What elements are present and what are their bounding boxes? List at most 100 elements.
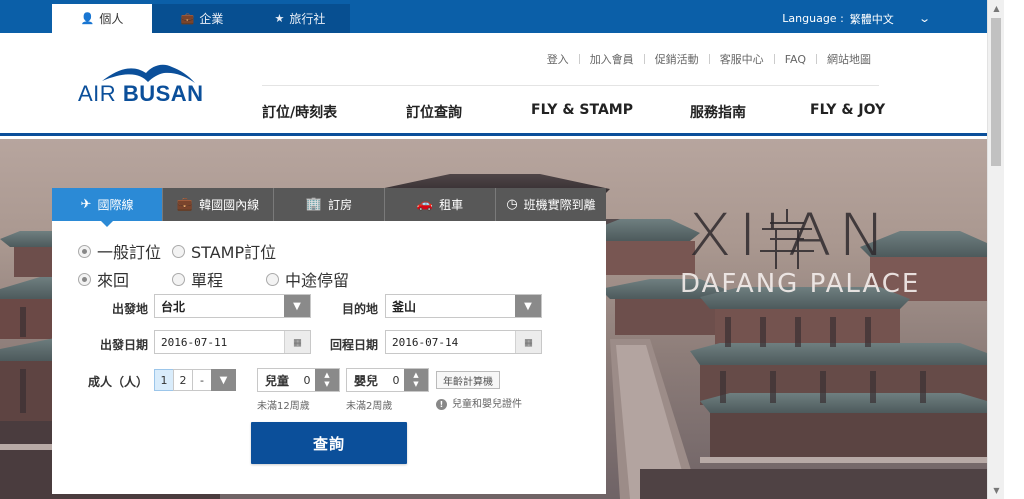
language-value: 繁體中文 [849,12,894,26]
divider [816,54,817,64]
tab-flight-status[interactable]: ◷ 班機實際到離 [496,188,606,221]
radio-dot [266,272,279,286]
destination-select[interactable]: 釜山 ▼ [385,294,542,318]
logo-text-busan: BUSAN [122,81,204,106]
divider [708,54,710,64]
divider [578,54,580,64]
page-margin [1004,0,1024,499]
adult-option[interactable]: 2 [173,369,193,391]
decrement-icon[interactable]: ▼ [413,380,418,389]
main-navigation: 訂位/時刻表 訂位查詢 FLY & STAMP 服務指南 FLY & JOY [262,102,885,122]
audience-tab-label: 個人 [99,12,124,26]
nav-booking-timetable[interactable]: 訂位/時刻表 [262,102,406,122]
link-sitemap[interactable]: 網站地圖 [827,51,871,67]
adult-option[interactable]: - [192,369,212,391]
adult-count-picker[interactable]: 1 2 - ▼ [154,369,236,391]
link-faq[interactable]: FAQ [785,53,806,66]
calendar-icon[interactable]: ▦ [515,331,541,353]
id-document-link[interactable]: ! 兒童和嬰兒證件 [436,395,522,410]
radio-normal-booking[interactable]: 一般訂位 [78,239,161,263]
audience-tab-personal[interactable]: 👤 個人 [52,4,152,33]
origin-select[interactable]: 台北 ▼ [154,294,311,318]
adult-label: 成人（人） [88,375,149,389]
stepper-buttons[interactable]: ▲ ▼ [404,369,428,391]
link-promotions[interactable]: 促銷活動 [655,51,699,67]
building-icon: 🏢 [305,197,323,212]
destination-value: 釜山 [392,299,417,314]
chevron-down-icon: ⌄ [917,12,931,25]
tab-hotel[interactable]: 🏢 訂房 [274,188,385,221]
stepper-buttons[interactable]: ▲ ▼ [315,369,339,391]
tab-label: 班機實際到離 [523,198,596,212]
booking-tabs: ✈ 國際線 💼 韓國國內線 🏢 訂房 🚗 租車 ◷ 班機實際到離 [52,188,606,227]
nav-service-guide[interactable]: 服務指南 [690,102,810,122]
scroll-up-icon[interactable]: ▲ [988,0,1005,17]
id-document-text: 兒童和嬰兒證件 [452,399,522,410]
increment-icon[interactable]: ▲ [413,371,418,380]
radio-label: 中途停留 [285,271,350,290]
vertical-scrollbar[interactable]: ▲ ▼ [987,0,1004,499]
adult-option[interactable]: 1 [154,369,174,391]
child-age-hint: 未滿12周歲 [257,401,310,412]
audience-tab-label: 旅行社 [289,12,326,26]
child-label: 兒童 [265,373,290,388]
air-busan-logo[interactable]: AIR BUSAN [78,63,203,108]
nav-fly-stamp[interactable]: FLY & STAMP [531,102,690,122]
tab-international[interactable]: ✈ 國際線 [52,188,163,227]
nav-booking-inquiry[interactable]: 訂位查詢 [406,102,531,122]
infant-stepper[interactable]: 嬰兒 0 ▲ ▼ [346,368,429,392]
link-customer-service[interactable]: 客服中心 [720,51,764,67]
person-icon: 👤 [80,12,95,25]
return-date-field[interactable]: 2016-07-14 ▦ [385,330,542,354]
radio-label: 一般訂位 [97,243,162,262]
dropdown-arrow-icon[interactable]: ▼ [211,369,236,391]
tab-label: 訂房 [328,198,353,212]
suitcase-icon: 💼 [176,197,194,212]
logo-text-air: AIR [78,81,117,106]
language-selector[interactable]: Language : 繁體中文 ⌄ [782,4,931,33]
radio-dot [78,244,91,258]
tab-label: 韓國國內線 [199,198,260,212]
tab-korea-domestic[interactable]: 💼 韓國國內線 [163,188,274,221]
link-login[interactable]: 登入 [547,51,569,67]
depart-date-field[interactable]: 2016-07-11 ▦ [154,330,311,354]
scroll-down-icon[interactable]: ▼ [988,482,1005,499]
radio-stopover[interactable]: 中途停留 [266,267,349,291]
depart-date-label: 出發日期 [99,338,148,352]
child-stepper[interactable]: 兒童 0 ▲ ▼ [257,368,340,392]
calendar-icon[interactable]: ▦ [284,331,310,353]
radio-label: STAMP訂位 [191,243,277,262]
tab-car-rental[interactable]: 🚗 租車 [385,188,496,221]
info-icon: ! [436,398,447,410]
increment-icon[interactable]: ▲ [324,371,329,380]
decrement-icon[interactable]: ▼ [324,380,329,389]
audience-tab-agency[interactable]: ★ 旅行社 [250,4,350,33]
radio-label: 來回 [97,271,130,290]
language-label: Language : [782,12,844,25]
origin-value: 台北 [161,299,186,314]
link-join[interactable]: 加入會員 [590,51,634,67]
booking-widget: ✈ 國際線 💼 韓國國內線 🏢 訂房 🚗 租車 ◷ 班機實際到離 一般訂位 ST… [52,188,606,494]
radio-dot [172,272,185,286]
age-calculator-button[interactable]: 年齡計算機 [436,371,500,389]
depart-date-value: 2016-07-11 [161,335,228,349]
return-date-value: 2016-07-14 [392,335,459,349]
plane-icon: ✈ [80,197,92,212]
nav-fly-joy[interactable]: FLY & JOY [810,102,885,122]
infant-value: 0 [392,373,400,387]
infant-age-hint: 未滿2周歲 [346,401,393,412]
radio-stamp-booking[interactable]: STAMP訂位 [172,239,276,263]
child-value: 0 [303,373,311,387]
search-button[interactable]: 查詢 [251,422,407,464]
radio-one-way[interactable]: 單程 [172,267,223,291]
radio-round-trip[interactable]: 來回 [78,267,129,291]
briefcase-icon: 💼 [180,12,195,25]
clock-icon: ◷ [506,197,518,212]
return-date-label: 回程日期 [329,338,378,352]
scroll-thumb[interactable] [991,18,1001,166]
radio-dot [78,272,91,286]
tab-label: 國際線 [97,198,134,212]
origin-label: 出發地 [111,302,148,316]
utility-links: 登入 加入會員 促銷活動 客服中心 FAQ 網站地圖 [547,51,871,67]
audience-tab-corporate[interactable]: 💼 企業 [152,4,252,33]
